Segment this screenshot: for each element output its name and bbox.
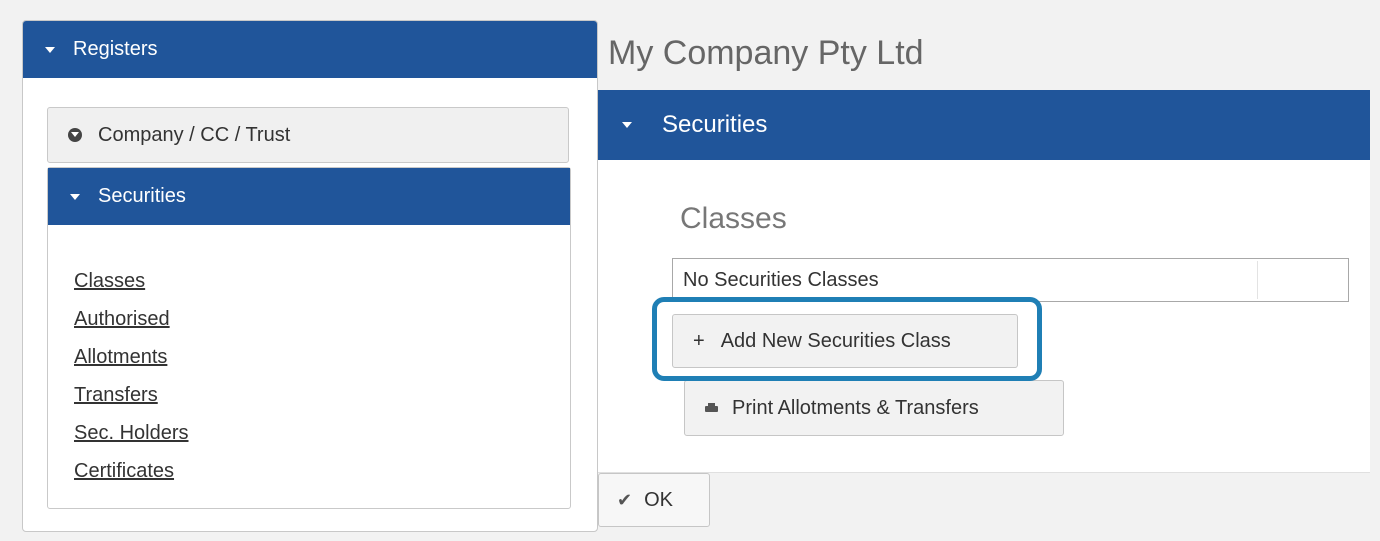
securities-panel: Securities Classes Authorised Allotments… [47,167,571,509]
print-button-label: Print Allotments & Transfers [732,396,979,419]
link-classes[interactable]: Classes [74,262,189,300]
highlight-box [652,297,1042,381]
registers-header[interactable]: Registers [23,21,597,78]
circle-arrow-down-icon [68,128,82,142]
ok-button-label: OK [644,488,673,511]
divider [598,472,1370,473]
company-button-label: Company / CC / Trust [98,123,291,146]
company-cc-trust-button[interactable]: Company / CC / Trust [47,107,569,163]
registers-panel: Registers Company / CC / Trust Securitie… [22,20,598,532]
caret-down-icon [70,193,80,200]
print-allotments-transfers-button[interactable]: Print Allotments & Transfers [684,380,1064,436]
caret-down-icon [45,46,55,53]
ok-button[interactable]: ✔ OK [598,473,710,527]
table-divider [1257,261,1258,299]
securities-panel-header-label: Securities [98,185,186,207]
caret-down-icon [622,122,632,128]
classes-heading: Classes [680,202,787,235]
securities-section-header[interactable]: Securities [598,90,1370,160]
link-allotments[interactable]: Allotments [74,338,189,376]
printer-icon [705,402,718,414]
link-sec-holders[interactable]: Sec. Holders [74,414,189,452]
link-authorised[interactable]: Authorised [74,300,189,338]
link-transfers[interactable]: Transfers [74,376,189,414]
page-title: My Company Pty Ltd [608,34,924,72]
classes-empty-message: No Securities Classes [683,268,879,291]
link-certificates[interactable]: Certificates [74,452,189,490]
classes-table: No Securities Classes [672,258,1349,302]
registers-header-label: Registers [73,38,158,60]
securities-links: Classes Authorised Allotments Transfers … [74,262,189,490]
securities-panel-header[interactable]: Securities [48,168,570,225]
securities-section-label: Securities [662,111,768,138]
check-icon: ✔ [617,489,633,510]
